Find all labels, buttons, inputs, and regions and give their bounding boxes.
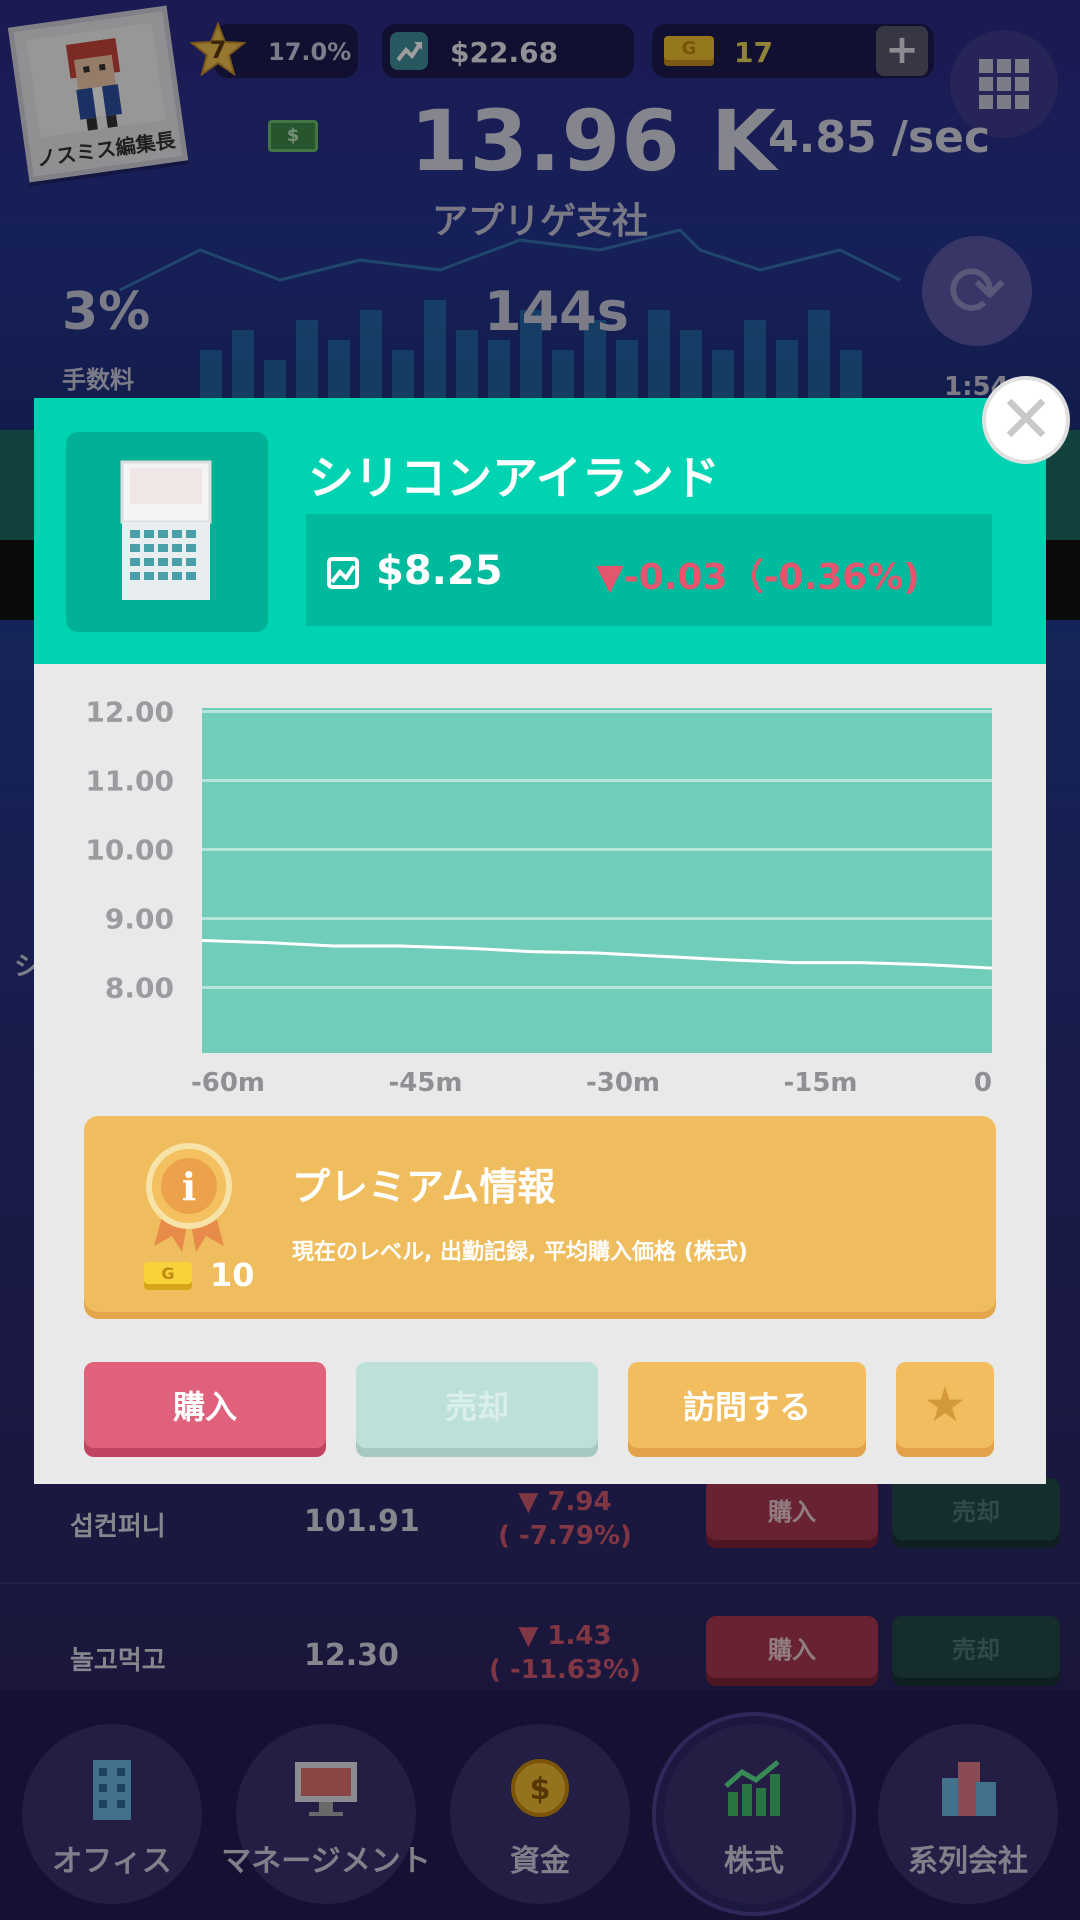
close-icon: ✕ bbox=[998, 381, 1054, 458]
building-icon bbox=[120, 460, 212, 600]
sell-button[interactable]: 売却 bbox=[356, 1362, 598, 1448]
stock-title: シリコンアイランド bbox=[308, 451, 720, 505]
y-tick-label: 9.00 bbox=[105, 902, 174, 935]
buy-button[interactable]: 購入 bbox=[84, 1362, 326, 1448]
y-tick-label: 8.00 bbox=[105, 971, 174, 1004]
info-medal-icon: i bbox=[146, 1143, 232, 1252]
dialog-header: シリコンアイランド $8.25 ▼-0.03（-0.36%) bbox=[34, 398, 1046, 664]
stock-price: $8.25 bbox=[376, 548, 503, 594]
close-button[interactable]: ✕ bbox=[982, 376, 1070, 464]
premium-info-button[interactable]: i G 10 プレミアム情報 現在のレベル, 出勤記録, 平均購入価格 (株式) bbox=[84, 1116, 996, 1312]
y-tick-label: 11.00 bbox=[85, 764, 174, 797]
visit-button[interactable]: 訪問する bbox=[628, 1362, 866, 1448]
y-tick-label: 10.00 bbox=[85, 833, 174, 866]
svg-text:i: i bbox=[182, 1164, 196, 1209]
y-tick-label: 12.00 bbox=[85, 695, 174, 728]
price-box: $8.25 ▼-0.03（-0.36%) bbox=[306, 514, 992, 626]
premium-subtitle: 現在のレベル, 出勤記録, 平均購入価格 (株式) bbox=[292, 1240, 748, 1265]
x-tick-label: -45m bbox=[388, 1068, 462, 1098]
company-building-thumbnail bbox=[66, 432, 268, 632]
image-chart-icon bbox=[327, 557, 359, 589]
favorite-button[interactable]: ★ bbox=[896, 1362, 994, 1448]
premium-title: プレミアム情報 bbox=[292, 1165, 556, 1209]
x-tick-label: -15m bbox=[783, 1068, 857, 1098]
premium-cost: 10 bbox=[210, 1256, 255, 1294]
stock-price-change: ▼-0.03（-0.36%) bbox=[596, 557, 920, 598]
x-tick-label: -30m bbox=[586, 1068, 660, 1098]
x-tick-label: 0 bbox=[974, 1068, 992, 1098]
x-tick-label: -60m bbox=[191, 1068, 265, 1098]
price-chart: 12.00 11.00 10.00 9.00 8.00 -60m -45m -30m -15m… bbox=[85, 695, 993, 1098]
gold-bar-icon: G bbox=[144, 1262, 192, 1290]
star-icon: ★ bbox=[923, 1377, 967, 1433]
plot-area bbox=[202, 708, 992, 1053]
